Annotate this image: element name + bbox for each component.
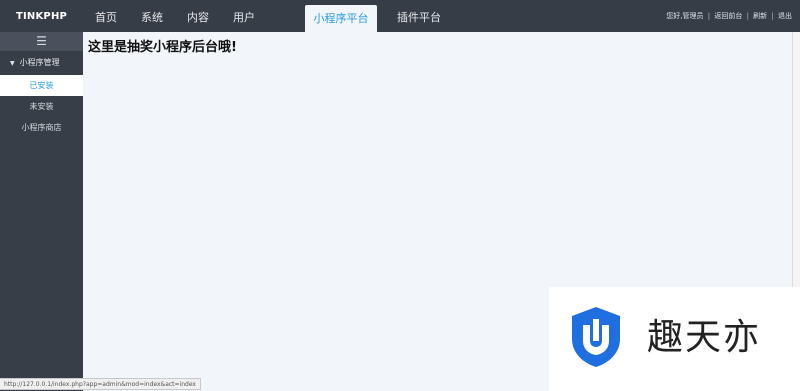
sidebar-item-miniprogram-store[interactable]: 小程序商店 (0, 117, 83, 138)
shield-logo-icon (572, 307, 620, 367)
nav-system[interactable]: 系统 (129, 0, 175, 32)
sidebar-item-not-installed[interactable]: 未安装 (0, 96, 83, 117)
user-greeting: 您好,管理员 (666, 12, 704, 20)
back-home-link[interactable]: 返回前台 (714, 12, 742, 20)
sidebar: ☰ ▼ 小程序管理 已安装 未安装 小程序商店 (0, 32, 83, 391)
status-bar-url: http://127.0.0.1/index.php?app=admin&mod… (0, 378, 201, 390)
page-heading: 这里是抽奖小程序后台哦! (88, 40, 237, 55)
app-logo[interactable]: TINKPHP (0, 0, 83, 32)
nav-miniprogram-platform[interactable]: 小程序平台 (305, 5, 377, 32)
sidebar-group-miniprogram-management[interactable]: ▼ 小程序管理 (0, 51, 83, 75)
logout-link[interactable]: 退出 (778, 12, 792, 20)
user-links: 您好,管理员 | 返回前台 | 刷新 | 退出 (666, 0, 792, 32)
refresh-link[interactable]: 刷新 (753, 12, 767, 20)
sidebar-item-installed[interactable]: 已安装 (0, 75, 83, 96)
nav-plugin-platform[interactable]: 插件平台 (377, 0, 461, 32)
nav-home[interactable]: 首页 (83, 0, 129, 32)
sidebar-toggle-button[interactable]: ☰ (0, 32, 83, 51)
main-nav: 首页 系统 内容 用户 小程序平台 插件平台 (83, 0, 461, 32)
separator: | (746, 12, 749, 20)
sidebar-group-label: 小程序管理 (19, 58, 60, 67)
separator: | (707, 12, 711, 20)
nav-content[interactable]: 内容 (175, 0, 221, 32)
top-navbar: TINKPHP 首页 系统 内容 用户 小程序平台 插件平台 您好,管理员 | … (0, 0, 800, 32)
watermark-text: 趣天亦 (647, 317, 762, 358)
caret-down-icon: ▼ (10, 60, 15, 67)
nav-users[interactable]: 用户 (221, 0, 267, 32)
separator: | (771, 12, 774, 20)
watermark: 趣天亦 (549, 287, 800, 391)
menu-icon: ☰ (36, 34, 47, 48)
